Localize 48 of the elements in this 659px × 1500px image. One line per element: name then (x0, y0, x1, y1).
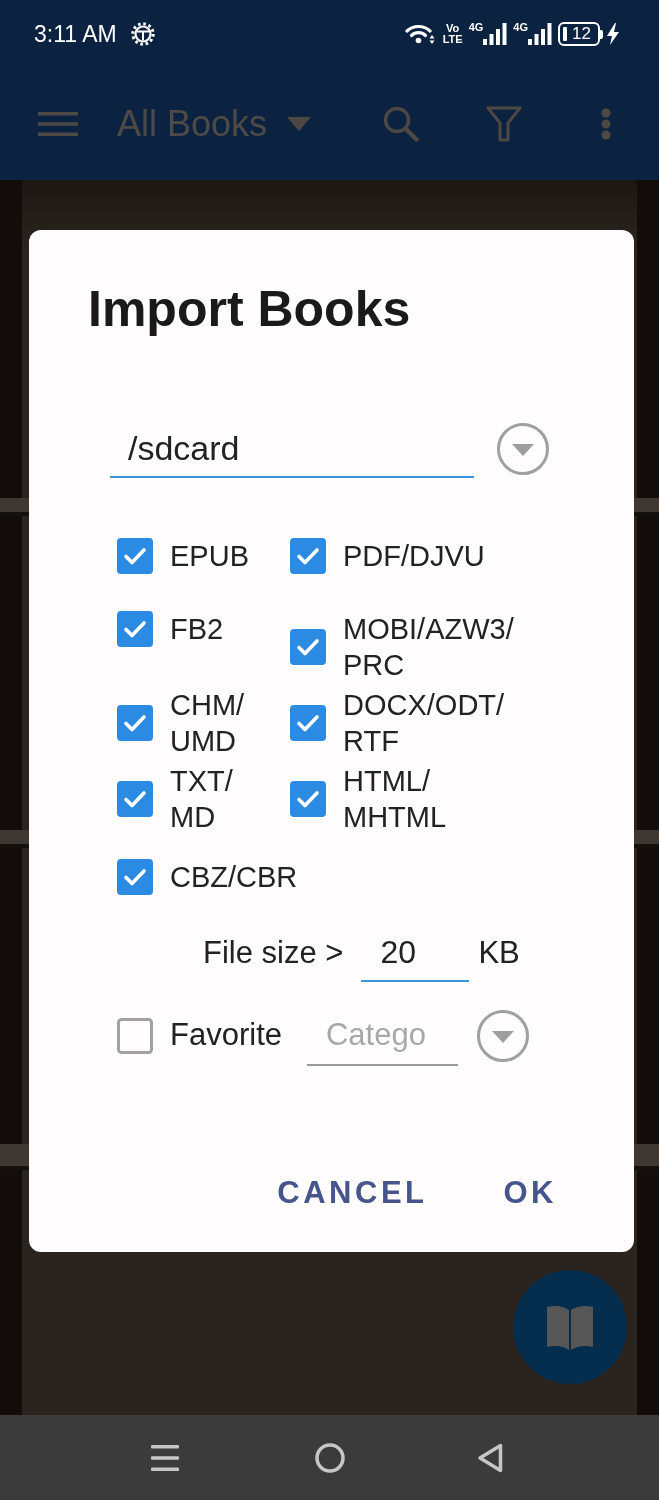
dialog-title: Import Books (88, 280, 412, 339)
home-icon[interactable] (315, 1442, 345, 1473)
checkbox[interactable] (290, 705, 326, 741)
dropdown-icon[interactable] (477, 1009, 529, 1062)
checkbox[interactable] (290, 538, 326, 574)
signal-icon (528, 23, 552, 45)
checkbox[interactable] (117, 611, 153, 647)
signal-icon (483, 23, 508, 45)
checkbox[interactable] (117, 538, 153, 574)
format-label: MOBI/AZW3/PRC (343, 612, 515, 683)
ok-button[interactable]: OK (487, 1165, 573, 1221)
file-size-field[interactable]: 20 (361, 925, 470, 982)
gear-icon (130, 22, 155, 46)
checkbox[interactable] (117, 705, 153, 741)
format-label: CBZ/CBR (170, 860, 298, 895)
format-label: EPUB (170, 539, 249, 574)
format-label: HTML/MHTML (343, 764, 448, 835)
favorite-label: Favorite (170, 1016, 282, 1055)
checkbox[interactable] (290, 781, 326, 817)
folder-path-field[interactable]: /sdcard (110, 420, 474, 478)
checkbox[interactable] (117, 859, 153, 895)
dropdown-icon[interactable] (497, 423, 549, 475)
format-label: PDF/DJVU (343, 539, 485, 574)
checkbox[interactable] (117, 1017, 153, 1054)
checkbox[interactable] (290, 629, 326, 665)
status-time: 3:11 AM (34, 22, 117, 46)
category-field[interactable]: Catego (307, 1005, 458, 1066)
format-label: CHM/UMD (170, 688, 246, 759)
volte-indicator: Vo LTE (442, 23, 463, 45)
network-type-label: 4G (468, 22, 484, 33)
checkbox[interactable] (117, 781, 153, 817)
cancel-button[interactable]: CANCEL (261, 1165, 444, 1221)
caret-icon (287, 117, 312, 131)
format-label: DOCX/ODT/RTF (343, 688, 506, 759)
book-icon (545, 1304, 595, 1350)
menu-icon[interactable] (151, 1444, 179, 1471)
search-icon[interactable] (383, 106, 420, 142)
file-size-label: File size > (203, 934, 344, 973)
format-label: TXT/MD (170, 764, 234, 835)
format-label: FB2 (170, 612, 224, 647)
battery-indicator: 12 (558, 22, 603, 46)
charging-icon (606, 23, 620, 45)
more-options-icon[interactable] (601, 108, 612, 140)
size-unit-label: KB (478, 934, 520, 973)
filter-icon[interactable] (486, 106, 523, 142)
back-icon[interactable] (477, 1442, 503, 1473)
wifi-icon (404, 22, 435, 46)
network-type-label: 4G (513, 22, 528, 33)
